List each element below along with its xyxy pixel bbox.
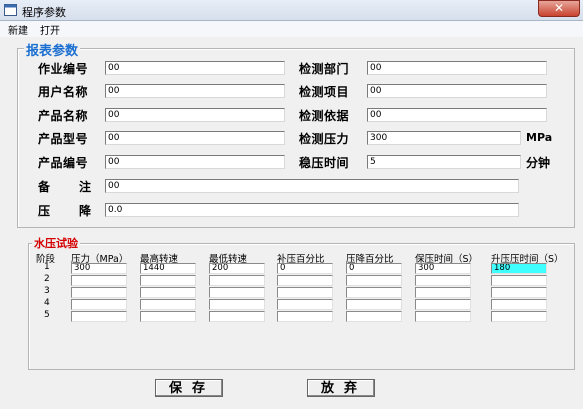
label-product-name: 产品名称 (38, 109, 89, 123)
test-cell[interactable] (71, 299, 127, 310)
test-cell[interactable] (491, 275, 547, 286)
test-cell[interactable] (491, 287, 547, 298)
window-title: 程序参数 (22, 6, 66, 19)
inspection-basis-field[interactable]: 00 (367, 108, 547, 122)
test-cell[interactable] (277, 275, 333, 286)
test-cell[interactable] (209, 275, 265, 286)
test-cell[interactable] (277, 299, 333, 310)
stage-number: 5 (44, 310, 50, 320)
pressure-unit: MPa (526, 131, 553, 144)
test-cell[interactable]: 0 (346, 263, 402, 274)
test-cell[interactable] (209, 287, 265, 298)
test-cell[interactable]: 180 (491, 263, 547, 274)
test-cell[interactable] (140, 299, 196, 310)
test-cell[interactable] (71, 275, 127, 286)
label-remark-2: 注 (79, 180, 92, 194)
label-drop-1: 压 (38, 204, 51, 218)
test-cell[interactable] (491, 299, 547, 310)
hold-time-unit: 分钟 (526, 156, 551, 170)
test-cell[interactable] (71, 311, 127, 322)
menu-bar (0, 21, 583, 37)
product-model-field[interactable]: 00 (105, 131, 285, 145)
label-product-model: 产品型号 (38, 132, 89, 146)
pressure-drop-field[interactable]: 0.0 (105, 203, 519, 217)
test-cell[interactable]: 300 (415, 263, 471, 274)
test-cell[interactable] (71, 287, 127, 298)
user-name-field[interactable]: 00 (105, 84, 285, 98)
label-remark-1: 备 (38, 180, 51, 194)
label-product-no: 产品编号 (38, 156, 89, 170)
label-inspection-basis: 检测依据 (299, 109, 350, 123)
test-cell[interactable] (209, 311, 265, 322)
test-cell[interactable] (346, 275, 402, 286)
test-cell[interactable] (415, 275, 471, 286)
label-inspection-item: 检测项目 (299, 85, 350, 99)
remark-field[interactable]: 00 (105, 179, 519, 193)
stage-number: 3 (44, 286, 50, 296)
water-test-legend: 水压试验 (32, 235, 80, 251)
stage-number: 1 (44, 262, 50, 272)
test-cell[interactable] (277, 311, 333, 322)
hold-time-field[interactable]: 5 (367, 155, 521, 169)
test-cell[interactable] (415, 287, 471, 298)
job-no-field[interactable]: 00 (105, 61, 285, 75)
test-cell[interactable] (346, 311, 402, 322)
test-cell[interactable] (415, 299, 471, 310)
test-cell[interactable]: 300 (71, 263, 127, 274)
test-cell[interactable] (346, 287, 402, 298)
test-cell[interactable]: 200 (209, 263, 265, 274)
test-cell[interactable] (140, 275, 196, 286)
product-name-field[interactable]: 00 (105, 108, 285, 122)
test-cell[interactable] (277, 287, 333, 298)
inspection-item-field[interactable]: 00 (367, 84, 547, 98)
label-drop-2: 降 (79, 204, 92, 218)
close-button[interactable]: ✕ (538, 0, 580, 17)
test-cell[interactable] (140, 311, 196, 322)
test-pressure-field[interactable]: 300 (367, 131, 521, 145)
title-bar (0, 0, 583, 21)
label-user-name: 用户名称 (38, 85, 89, 99)
test-cell[interactable] (346, 299, 402, 310)
test-cell[interactable] (209, 299, 265, 310)
discard-button[interactable]: 放弃 (307, 379, 375, 397)
test-cell[interactable] (491, 311, 547, 322)
test-cell[interactable]: 1440 (140, 263, 196, 274)
save-button[interactable]: 保存 (155, 379, 223, 397)
stage-number: 2 (44, 274, 50, 284)
product-no-field[interactable]: 00 (105, 155, 285, 169)
test-cell[interactable] (140, 287, 196, 298)
test-cell[interactable]: 0 (277, 263, 333, 274)
label-inspection-dept: 检测部门 (299, 62, 350, 76)
menu-open[interactable]: 打开 (40, 22, 60, 37)
label-hold-time: 稳压时间 (299, 156, 350, 170)
label-job-no: 作业编号 (38, 62, 89, 76)
menu-new[interactable]: 新建 (8, 22, 28, 37)
label-test-pressure: 检测压力 (299, 132, 350, 146)
test-cell[interactable] (415, 311, 471, 322)
report-params-legend: 报表参数 (24, 40, 81, 59)
inspection-dept-field[interactable]: 00 (367, 61, 547, 75)
stage-number: 4 (44, 298, 50, 308)
app-icon (4, 4, 17, 16)
